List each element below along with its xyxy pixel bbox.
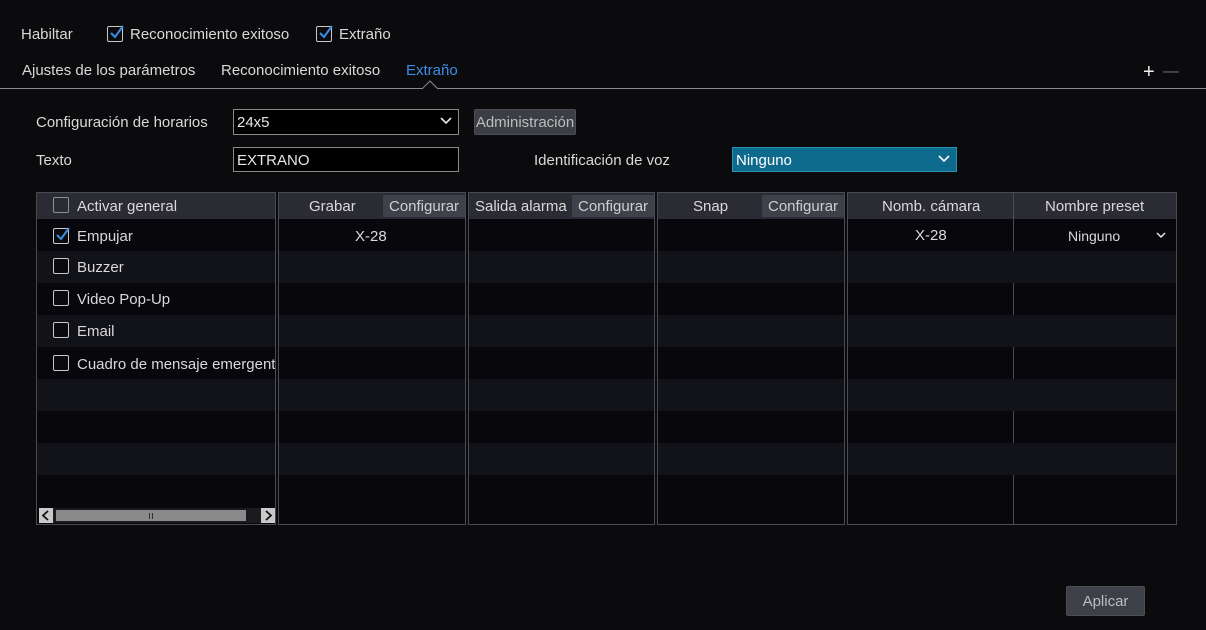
row-stripe: [279, 443, 465, 475]
row-stripe: [37, 251, 275, 283]
checkmark-icon: [319, 25, 333, 39]
activate-all-label: Activar general: [77, 198, 178, 215]
tab-parameters[interactable]: Ajustes de los parámetros: [22, 62, 195, 79]
row-stripe: [37, 315, 275, 347]
row-stripe: [469, 443, 654, 475]
row-stripe: [658, 251, 844, 283]
buzzer-label: Buzzer: [77, 259, 124, 276]
tab-recognized[interactable]: Reconocimiento exitoso: [221, 62, 380, 79]
text-input[interactable]: EXTRANO: [233, 147, 459, 172]
popup-message-label: Cuadro de mensaje emergent: [77, 356, 276, 373]
voice-label: Identificación de voz: [534, 152, 670, 169]
apply-button[interactable]: Aplicar: [1066, 586, 1145, 616]
alarm-config-button[interactable]: Configurar: [572, 195, 654, 217]
actions-panel: Activar general Empujar Buzzer Video Pop…: [36, 192, 276, 525]
row-stripe: [848, 251, 1176, 283]
snap-panel: Snap Configurar: [657, 192, 845, 525]
row-stripe: [848, 315, 1176, 347]
scroll-right-button[interactable]: [261, 508, 275, 523]
preset-name-title: Nombre preset: [1045, 198, 1145, 215]
add-icon[interactable]: +: [1143, 61, 1155, 84]
stranger-label: Extraño: [339, 26, 391, 43]
record-channel: X-28: [355, 228, 387, 245]
row-stripe: [37, 475, 275, 507]
administration-button[interactable]: Administración: [474, 109, 576, 135]
schedule-value: 24x5: [237, 114, 270, 131]
list-item: [37, 219, 275, 251]
popup-message-checkbox[interactable]: [53, 355, 69, 371]
preset-value: Ninguno: [1068, 228, 1121, 244]
push-checkbox[interactable]: [53, 227, 70, 244]
actions-header: Activar general: [37, 193, 275, 219]
alarm-output-panel: Salida alarma Configurar: [468, 192, 655, 525]
chevron-down-icon: [440, 117, 452, 125]
row-stripe: [37, 379, 275, 411]
buzzer-checkbox[interactable]: [53, 258, 69, 274]
voice-select[interactable]: Ninguno: [732, 147, 957, 172]
camera-preset-header: Nomb. cámara Nombre preset: [848, 193, 1176, 219]
horizontal-scrollbar[interactable]: [39, 508, 275, 523]
row-stripe: [658, 315, 844, 347]
alarm-output-title: Salida alarma: [475, 198, 567, 215]
grip-icon: [149, 513, 150, 519]
recognized-label: Reconocimiento exitoso: [130, 26, 290, 43]
preset-select[interactable]: Ninguno: [1018, 221, 1174, 247]
row-stripe: [37, 411, 275, 443]
email-label: Email: [77, 323, 115, 340]
video-popup-label: Video Pop-Up: [77, 291, 171, 308]
activate-all-checkbox[interactable]: [53, 197, 69, 213]
record-config-button[interactable]: Configurar: [383, 195, 465, 217]
video-popup-checkbox[interactable]: [53, 290, 69, 306]
row-stripe: [658, 379, 844, 411]
snap-title: Snap: [693, 198, 729, 215]
snap-config-button[interactable]: Configurar: [762, 195, 844, 217]
row-stripe: [848, 443, 1176, 475]
schedule-select[interactable]: 24x5: [233, 109, 459, 135]
alarm-output-header: Salida alarma Configurar: [469, 193, 654, 219]
row-stripe: [279, 315, 465, 347]
record-header: Grabar Configurar: [279, 193, 465, 219]
camera-preset-panel: Nomb. cámara Nombre preset X-28 Ninguno: [847, 192, 1177, 525]
column-divider: [1013, 193, 1014, 524]
schedule-label: Configuración de horarios: [36, 114, 208, 131]
checkmark-icon: [56, 227, 70, 241]
chevron-right-icon: [265, 510, 273, 521]
enable-label: Habiltar: [21, 26, 73, 43]
row-stripe: [469, 251, 654, 283]
text-label: Texto: [36, 152, 72, 169]
row-stripe: [37, 443, 275, 475]
recognized-checkbox[interactable]: [107, 25, 124, 42]
checkmark-icon: [110, 25, 124, 39]
email-checkbox[interactable]: [53, 322, 69, 338]
row-stripe: [848, 379, 1176, 411]
chevron-down-icon: [1156, 232, 1166, 239]
row-stripe: [279, 251, 465, 283]
tab-divider: [0, 88, 1206, 89]
scroll-left-button[interactable]: [39, 508, 53, 523]
row-stripe: [469, 315, 654, 347]
snap-header: Snap Configurar: [658, 193, 844, 219]
stranger-checkbox[interactable]: [316, 25, 333, 42]
tab-stranger[interactable]: Extraño: [406, 62, 458, 79]
active-tab-pointer-icon: [422, 80, 438, 90]
record-panel: Grabar Configurar X-28: [278, 192, 466, 525]
row-stripe: [279, 379, 465, 411]
camera-name-cell: X-28: [915, 227, 947, 244]
record-title: Grabar: [309, 198, 356, 215]
chevron-down-icon: [938, 155, 950, 163]
scroll-thumb[interactable]: [56, 510, 246, 521]
row-stripe: [658, 443, 844, 475]
chevron-left-icon: [41, 510, 49, 521]
row-stripe: [469, 379, 654, 411]
voice-value: Ninguno: [736, 152, 792, 169]
grip-icon: [152, 513, 153, 519]
text-input-value: EXTRANO: [237, 152, 310, 169]
remove-icon[interactable]: —: [1163, 63, 1179, 81]
push-label: Empujar: [77, 228, 133, 245]
camera-name-title: Nomb. cámara: [882, 198, 981, 215]
